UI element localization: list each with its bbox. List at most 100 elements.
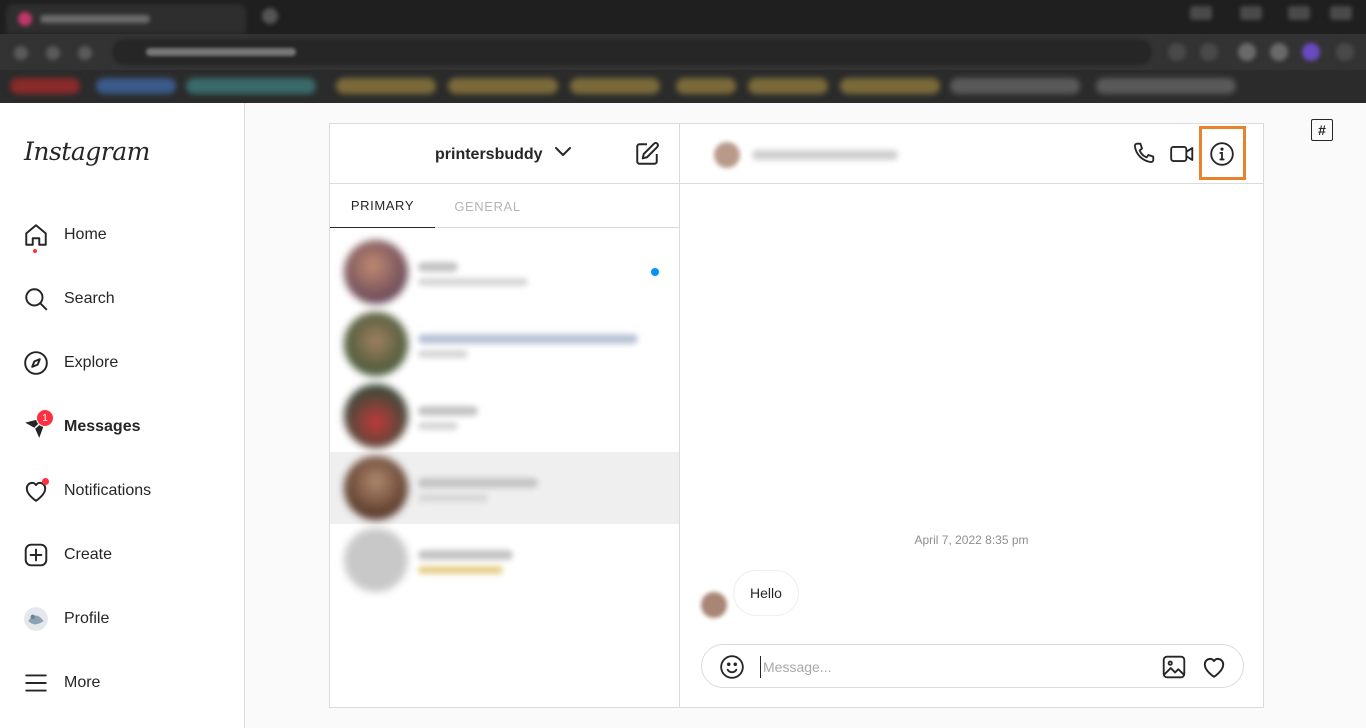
thread-item[interactable] bbox=[330, 524, 679, 596]
hashtag-extension-icon[interactable]: # bbox=[1311, 119, 1333, 141]
nav-explore-label: Explore bbox=[64, 354, 119, 371]
chevron-down-icon bbox=[553, 145, 573, 164]
home-dot bbox=[33, 249, 37, 253]
thread-avatar bbox=[344, 456, 408, 520]
like-button[interactable] bbox=[1201, 654, 1227, 680]
conversation-info-button[interactable] bbox=[1209, 141, 1235, 167]
instagram-logo[interactable]: Instagram bbox=[24, 137, 150, 166]
thread-item[interactable] bbox=[330, 236, 679, 308]
bookmark[interactable] bbox=[1096, 78, 1236, 94]
thread-item-selected[interactable] bbox=[330, 452, 679, 524]
compass-icon bbox=[22, 349, 50, 377]
direct-inbox: printersbuddy PRIMARY GENERAL April 7, 2… bbox=[329, 123, 1264, 708]
smiley-icon bbox=[719, 655, 745, 684]
heart-icon bbox=[22, 477, 50, 505]
nav-more[interactable]: More bbox=[22, 663, 232, 703]
nav-messages-label: Messages bbox=[64, 418, 141, 435]
nav-home[interactable]: Home bbox=[22, 215, 232, 255]
bookmarks-bar bbox=[0, 70, 1366, 103]
browser-tab[interactable] bbox=[6, 4, 246, 34]
plus-square-icon bbox=[22, 541, 50, 569]
nav-explore[interactable]: Explore bbox=[22, 343, 232, 383]
message-bubble[interactable]: Hello bbox=[733, 570, 799, 616]
extension-icon[interactable] bbox=[1200, 43, 1218, 61]
nav-create[interactable]: Create bbox=[22, 535, 232, 575]
conversation-header bbox=[680, 124, 1263, 184]
nav-profile-label: Profile bbox=[64, 610, 110, 627]
browser-chrome bbox=[0, 0, 1366, 103]
nav-profile[interactable]: Profile bbox=[22, 599, 232, 639]
unread-dot bbox=[651, 268, 659, 276]
nav-create-label: Create bbox=[64, 546, 113, 563]
bookmark[interactable] bbox=[676, 78, 736, 94]
nav-home-label: Home bbox=[64, 226, 107, 243]
profile-avatar bbox=[22, 605, 50, 633]
messenger-icon: 1 bbox=[22, 409, 54, 441]
message-timestamp: April 7, 2022 8:35 pm bbox=[914, 533, 1029, 547]
notifications-dot bbox=[42, 478, 49, 485]
thread-avatar bbox=[344, 384, 408, 448]
profile-icon[interactable] bbox=[1302, 43, 1320, 61]
window-control[interactable] bbox=[1330, 6, 1352, 20]
thread-item[interactable] bbox=[330, 380, 679, 452]
bookmark[interactable] bbox=[96, 78, 176, 94]
thread-avatar bbox=[344, 312, 408, 376]
forward-button[interactable] bbox=[46, 46, 60, 60]
window-control[interactable] bbox=[1190, 6, 1212, 20]
message-input[interactable] bbox=[760, 656, 1140, 678]
extension-icon[interactable] bbox=[1238, 43, 1256, 61]
info-icon bbox=[1209, 142, 1235, 171]
new-tab-button[interactable] bbox=[262, 8, 278, 24]
bookmark[interactable] bbox=[840, 78, 940, 94]
bookmark[interactable] bbox=[950, 78, 1080, 94]
search-icon bbox=[22, 285, 50, 313]
tab-primary[interactable]: PRIMARY bbox=[330, 184, 435, 228]
contact-avatar[interactable] bbox=[714, 142, 740, 168]
extension-icon[interactable] bbox=[1168, 43, 1186, 61]
nav-more-label: More bbox=[64, 674, 101, 691]
video-call-button[interactable] bbox=[1169, 141, 1195, 167]
image-icon bbox=[1161, 655, 1187, 684]
thread-list-header: printersbuddy bbox=[330, 124, 679, 184]
audio-call-button[interactable] bbox=[1130, 141, 1156, 167]
browser-toolbar bbox=[0, 34, 1366, 70]
hamburger-icon bbox=[22, 669, 50, 697]
thread-avatar bbox=[344, 528, 408, 592]
contact-name[interactable] bbox=[752, 150, 898, 160]
emoji-button[interactable] bbox=[719, 654, 745, 680]
new-message-button[interactable] bbox=[634, 141, 660, 167]
message-composer bbox=[701, 644, 1244, 688]
compose-icon bbox=[634, 142, 660, 171]
browser-tabbar bbox=[0, 0, 1366, 34]
phone-icon bbox=[1130, 142, 1156, 171]
bookmark[interactable] bbox=[448, 78, 558, 94]
tab-general[interactable]: GENERAL bbox=[435, 184, 540, 228]
thread-item[interactable] bbox=[330, 308, 679, 380]
attach-image-button[interactable] bbox=[1161, 654, 1187, 680]
window-control[interactable] bbox=[1288, 6, 1310, 20]
menu-icon[interactable] bbox=[1336, 43, 1354, 61]
account-switcher[interactable]: printersbuddy bbox=[435, 145, 573, 164]
bookmark[interactable] bbox=[336, 78, 436, 94]
nav-notifications[interactable]: Notifications bbox=[22, 471, 232, 511]
sender-avatar[interactable] bbox=[701, 592, 727, 618]
bookmark[interactable] bbox=[748, 78, 828, 94]
home-icon bbox=[22, 221, 50, 253]
reload-button[interactable] bbox=[78, 46, 92, 60]
nav-search[interactable]: Search bbox=[22, 279, 232, 319]
bookmark[interactable] bbox=[186, 78, 316, 94]
inbox-tabs: PRIMARY GENERAL bbox=[330, 184, 679, 228]
messages-badge: 1 bbox=[36, 409, 54, 427]
address-bar[interactable] bbox=[112, 39, 1152, 65]
extension-icon[interactable] bbox=[1270, 43, 1288, 61]
nav-search-label: Search bbox=[64, 290, 115, 307]
nav-notifications-label: Notifications bbox=[64, 482, 152, 499]
bookmark[interactable] bbox=[10, 78, 80, 94]
nav-messages[interactable]: 1 Messages bbox=[22, 407, 232, 447]
instagram-sidebar: Instagram Home Search Explore 1 Messages… bbox=[0, 103, 245, 728]
window-control[interactable] bbox=[1240, 6, 1262, 20]
account-name: printersbuddy bbox=[435, 145, 543, 163]
back-button[interactable] bbox=[14, 46, 28, 60]
thread-list-pane: printersbuddy PRIMARY GENERAL bbox=[330, 124, 680, 707]
bookmark[interactable] bbox=[570, 78, 660, 94]
